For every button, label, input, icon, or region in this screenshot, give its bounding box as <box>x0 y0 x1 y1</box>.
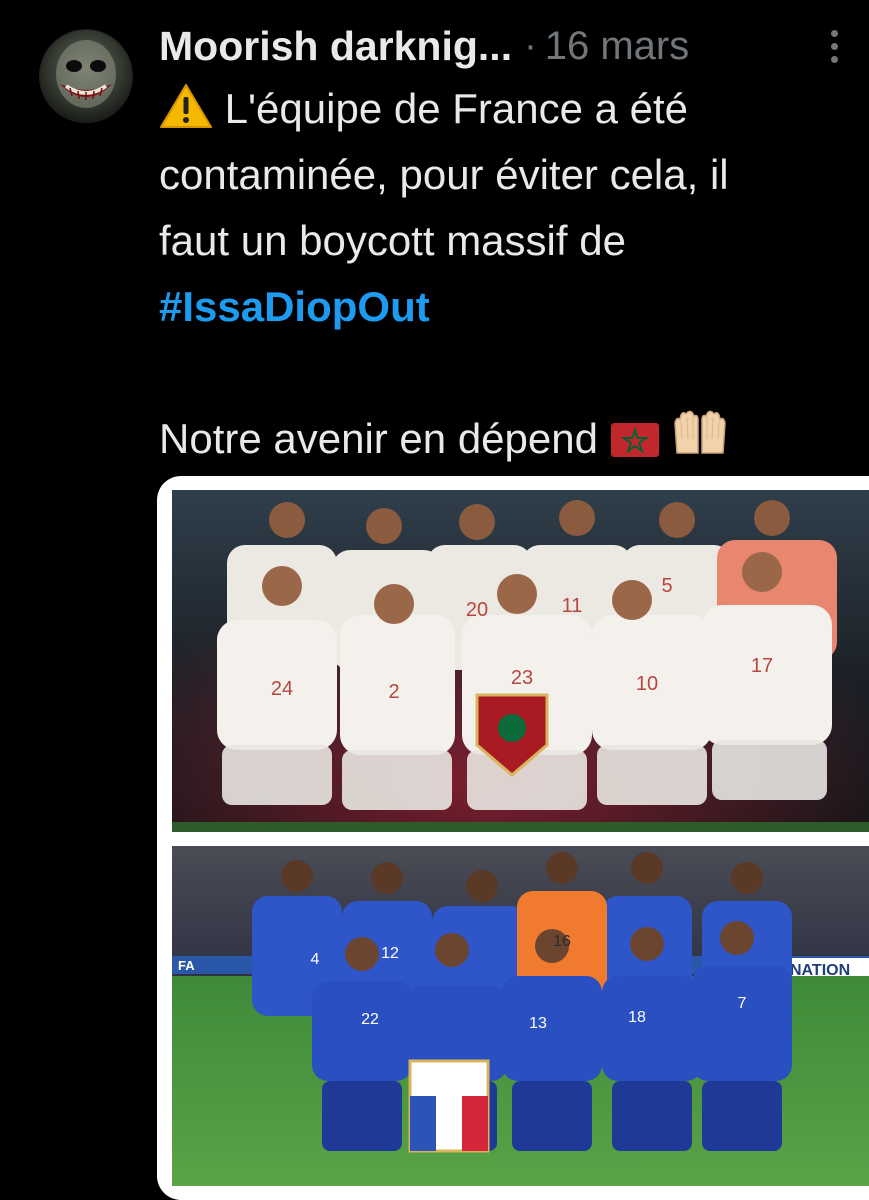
more-vert-icon[interactable] <box>819 24 849 68</box>
jersey-number: 22 <box>361 1011 379 1028</box>
hashtag-link[interactable]: #IssaDiopOut <box>159 283 430 330</box>
jersey-number: 10 <box>636 673 658 695</box>
jersey-number: 20 <box>466 599 488 621</box>
jersey-number: 18 <box>628 1009 646 1026</box>
jersey-number: 2 <box>388 681 399 703</box>
jersey-number: 12 <box>381 945 399 962</box>
post-text: L'équipe de France a été contaminée, pou… <box>159 76 859 472</box>
jersey-number: 5 <box>661 575 672 597</box>
author-name[interactable]: Moorish darknig... <box>159 23 512 70</box>
jersey-number: 23 <box>511 667 533 689</box>
post-header: Moorish darknig... · 16 mars <box>159 18 849 74</box>
post-date[interactable]: 16 mars <box>545 24 690 69</box>
post-text-line-5: Notre avenir en dépend <box>159 406 859 472</box>
jersey-number: 4 <box>311 951 320 968</box>
jersey-number: 11 <box>562 595 583 617</box>
france-team-photo[interactable]: FA NATION 4 12 16 22 13 18 7 <box>172 846 869 1186</box>
morocco-flag-emoji <box>610 423 659 457</box>
post-text-line-3: faut un boycott massif de <box>159 217 626 264</box>
raised-hands-emoji <box>674 410 727 454</box>
advertising-board-text: FA <box>178 958 195 973</box>
france-team-illustration: FA NATION 4 12 16 22 13 18 7 <box>172 846 869 1186</box>
avatar[interactable] <box>40 30 132 122</box>
jersey-number: 7 <box>738 995 747 1012</box>
joker-avatar-image <box>56 40 116 108</box>
warning-emoji <box>160 84 212 128</box>
morocco-team-photo[interactable]: 24 2 20 11 5 23 10 17 <box>172 490 869 832</box>
jersey-number: 24 <box>271 678 293 700</box>
post-text-line-2: contaminée, pour éviter cela, il <box>159 151 729 198</box>
jersey-number: 13 <box>529 1015 547 1032</box>
post-text-line-4: #IssaDiopOut <box>159 274 859 340</box>
post-text-line-1: L'équipe de France a été <box>159 76 859 142</box>
jersey-number: 17 <box>751 655 773 677</box>
post-media[interactable]: 24 2 20 11 5 23 10 17 FA NATION 4 12 16 … <box>157 476 869 1200</box>
morocco-team-illustration: 24 2 20 11 5 23 10 17 <box>172 490 869 832</box>
jersey-number: 16 <box>553 933 571 950</box>
separator-dot: · <box>524 24 537 67</box>
